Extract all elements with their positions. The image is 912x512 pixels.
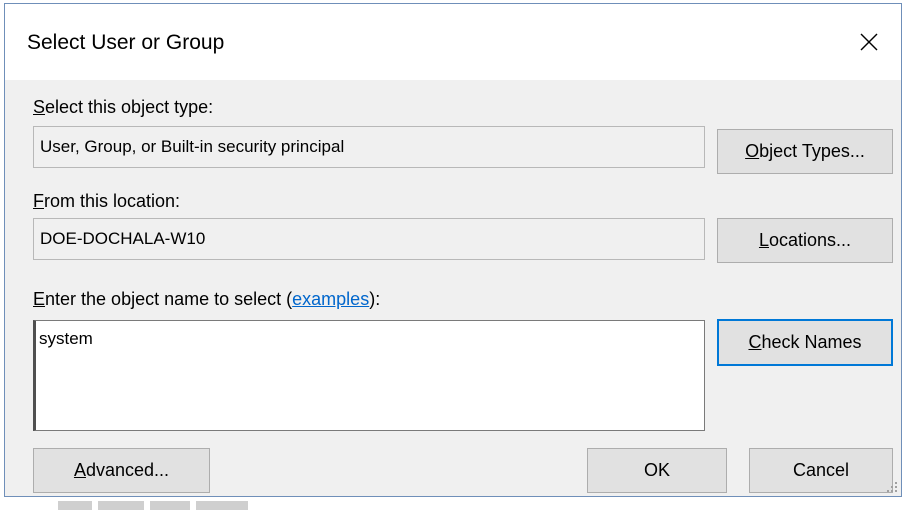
object-name-label-text: nter the object name to select ( <box>45 289 293 309</box>
location-label-text: rom this location: <box>44 191 181 211</box>
locations-button[interactable]: Locations... <box>717 218 893 263</box>
object-type-label-text: elect this object type: <box>45 97 214 117</box>
object-name-label-accel: E <box>33 289 46 309</box>
object-name-input[interactable]: system <box>33 320 705 431</box>
advanced-button-accel: A <box>73 460 86 480</box>
examples-link[interactable]: examples <box>292 289 369 309</box>
locations-button-label: ocations... <box>768 230 852 250</box>
locations-button-accel: L <box>758 230 769 250</box>
cancel-button-label: Cancel <box>792 460 850 480</box>
object-types-button-label: bject Types... <box>759 141 865 161</box>
dialog-title: Select User or Group <box>27 31 225 54</box>
advanced-button-label: dvanced... <box>85 460 170 480</box>
resize-grip-icon[interactable] <box>886 481 898 493</box>
location-field: DOE-DOCHALA-W10 <box>33 218 705 260</box>
object-types-button-accel: O <box>745 141 760 161</box>
advanced-button[interactable]: Advanced... <box>33 448 210 493</box>
object-types-button[interactable]: Object Types... <box>717 129 893 174</box>
location-label: From this location: <box>33 191 180 212</box>
check-names-button-label: heck Names <box>761 332 862 352</box>
close-icon <box>860 33 878 51</box>
object-name-label-end: ): <box>369 289 381 309</box>
location-label-accel: F <box>33 191 44 211</box>
check-names-button-accel: C <box>748 332 762 352</box>
title-bar: Select User or Group <box>5 4 901 80</box>
close-button[interactable] <box>837 4 901 80</box>
ok-button[interactable]: OK <box>587 448 727 493</box>
background-window-fragment <box>58 501 248 510</box>
page: Select User or Group Select this object … <box>0 0 912 512</box>
check-names-button[interactable]: Check Names <box>717 319 893 366</box>
select-user-or-group-dialog: Select User or Group Select this object … <box>4 3 902 497</box>
object-name-label: Enter the object name to select (example… <box>33 289 380 310</box>
ok-button-label: OK <box>643 460 670 480</box>
object-type-field: User, Group, or Built-in security princi… <box>33 126 705 168</box>
cancel-button[interactable]: Cancel <box>749 448 893 493</box>
object-type-label-accel: S <box>33 97 46 117</box>
object-type-label: Select this object type: <box>33 97 213 118</box>
